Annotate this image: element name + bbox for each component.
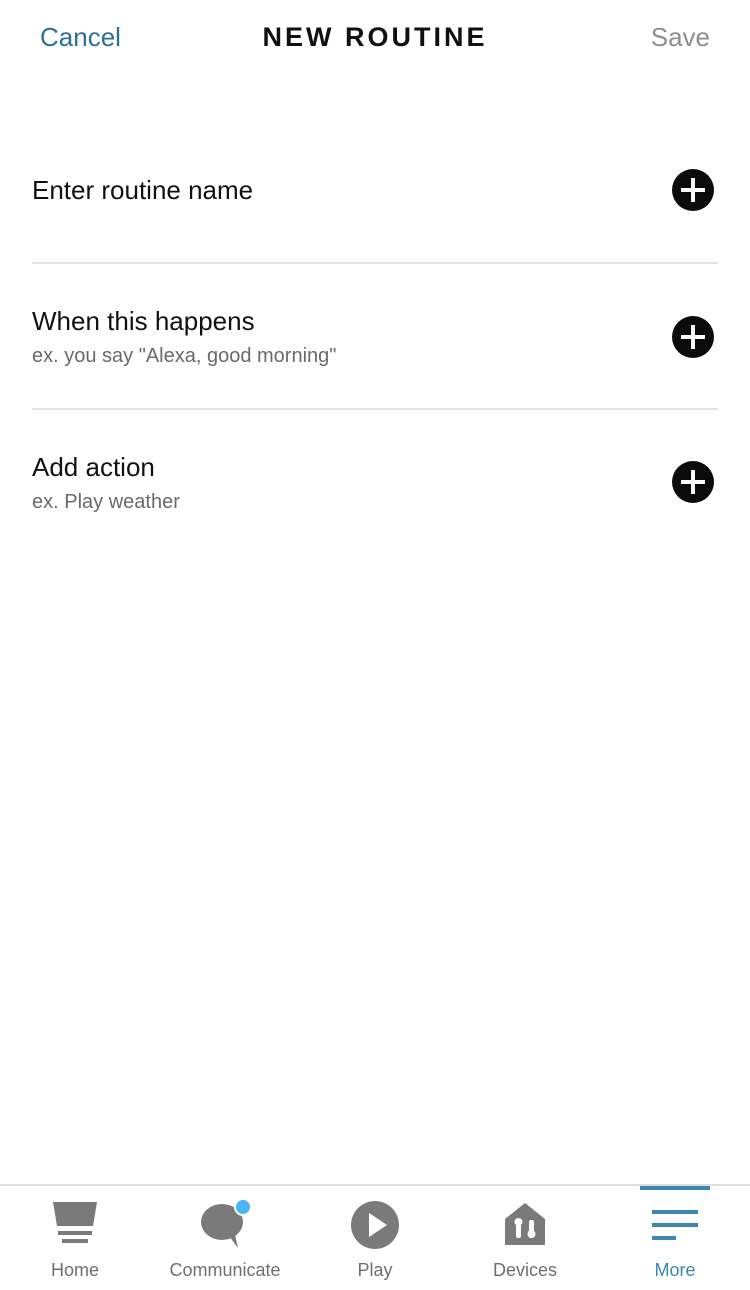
tab-home[interactable]: Home (0, 1186, 150, 1290)
routine-name-label: Enter routine name (32, 175, 254, 205)
tab-devices[interactable]: Devices (450, 1186, 600, 1290)
tab-more-label: More (654, 1260, 696, 1280)
divider (32, 408, 718, 410)
tab-more[interactable]: More (600, 1186, 750, 1290)
bottom-tab-bar: Home Communicate Play Devices More (0, 1184, 750, 1290)
tab-play-label: Play (357, 1260, 393, 1280)
action-row[interactable]: Add action ex. Play weather (32, 452, 718, 514)
play-icon (351, 1201, 399, 1249)
tab-communicate-label: Communicate (169, 1260, 281, 1280)
add-trigger-icon[interactable] (672, 316, 714, 358)
trigger-subtitle: ex. you say "Alexa, good morning" (32, 345, 337, 367)
save-button[interactable]: Save (651, 22, 710, 53)
menu-icon (652, 1210, 698, 1240)
page-title: NEW ROUTINE (262, 22, 488, 52)
chat-bubble-icon (201, 1200, 250, 1248)
action-subtitle: ex. Play weather (32, 491, 180, 513)
tab-home-label: Home (50, 1260, 99, 1280)
routine-name-row[interactable]: Enter routine name (32, 169, 718, 211)
divider (32, 262, 718, 264)
tab-play[interactable]: Play (300, 1186, 450, 1290)
tab-communicate[interactable]: Communicate (150, 1186, 300, 1290)
add-routine-name-icon[interactable] (672, 169, 714, 211)
trigger-title: When this happens (32, 306, 255, 336)
devices-house-icon (505, 1203, 545, 1245)
action-title: Add action (32, 452, 155, 482)
notification-badge (234, 1200, 250, 1216)
trigger-row[interactable]: When this happens ex. you say "Alexa, go… (32, 306, 718, 368)
add-action-icon[interactable] (672, 461, 714, 503)
top-bar: Cancel NEW ROUTINE Save (0, 0, 750, 80)
home-icon (53, 1202, 97, 1243)
tab-devices-label: Devices (492, 1260, 558, 1280)
